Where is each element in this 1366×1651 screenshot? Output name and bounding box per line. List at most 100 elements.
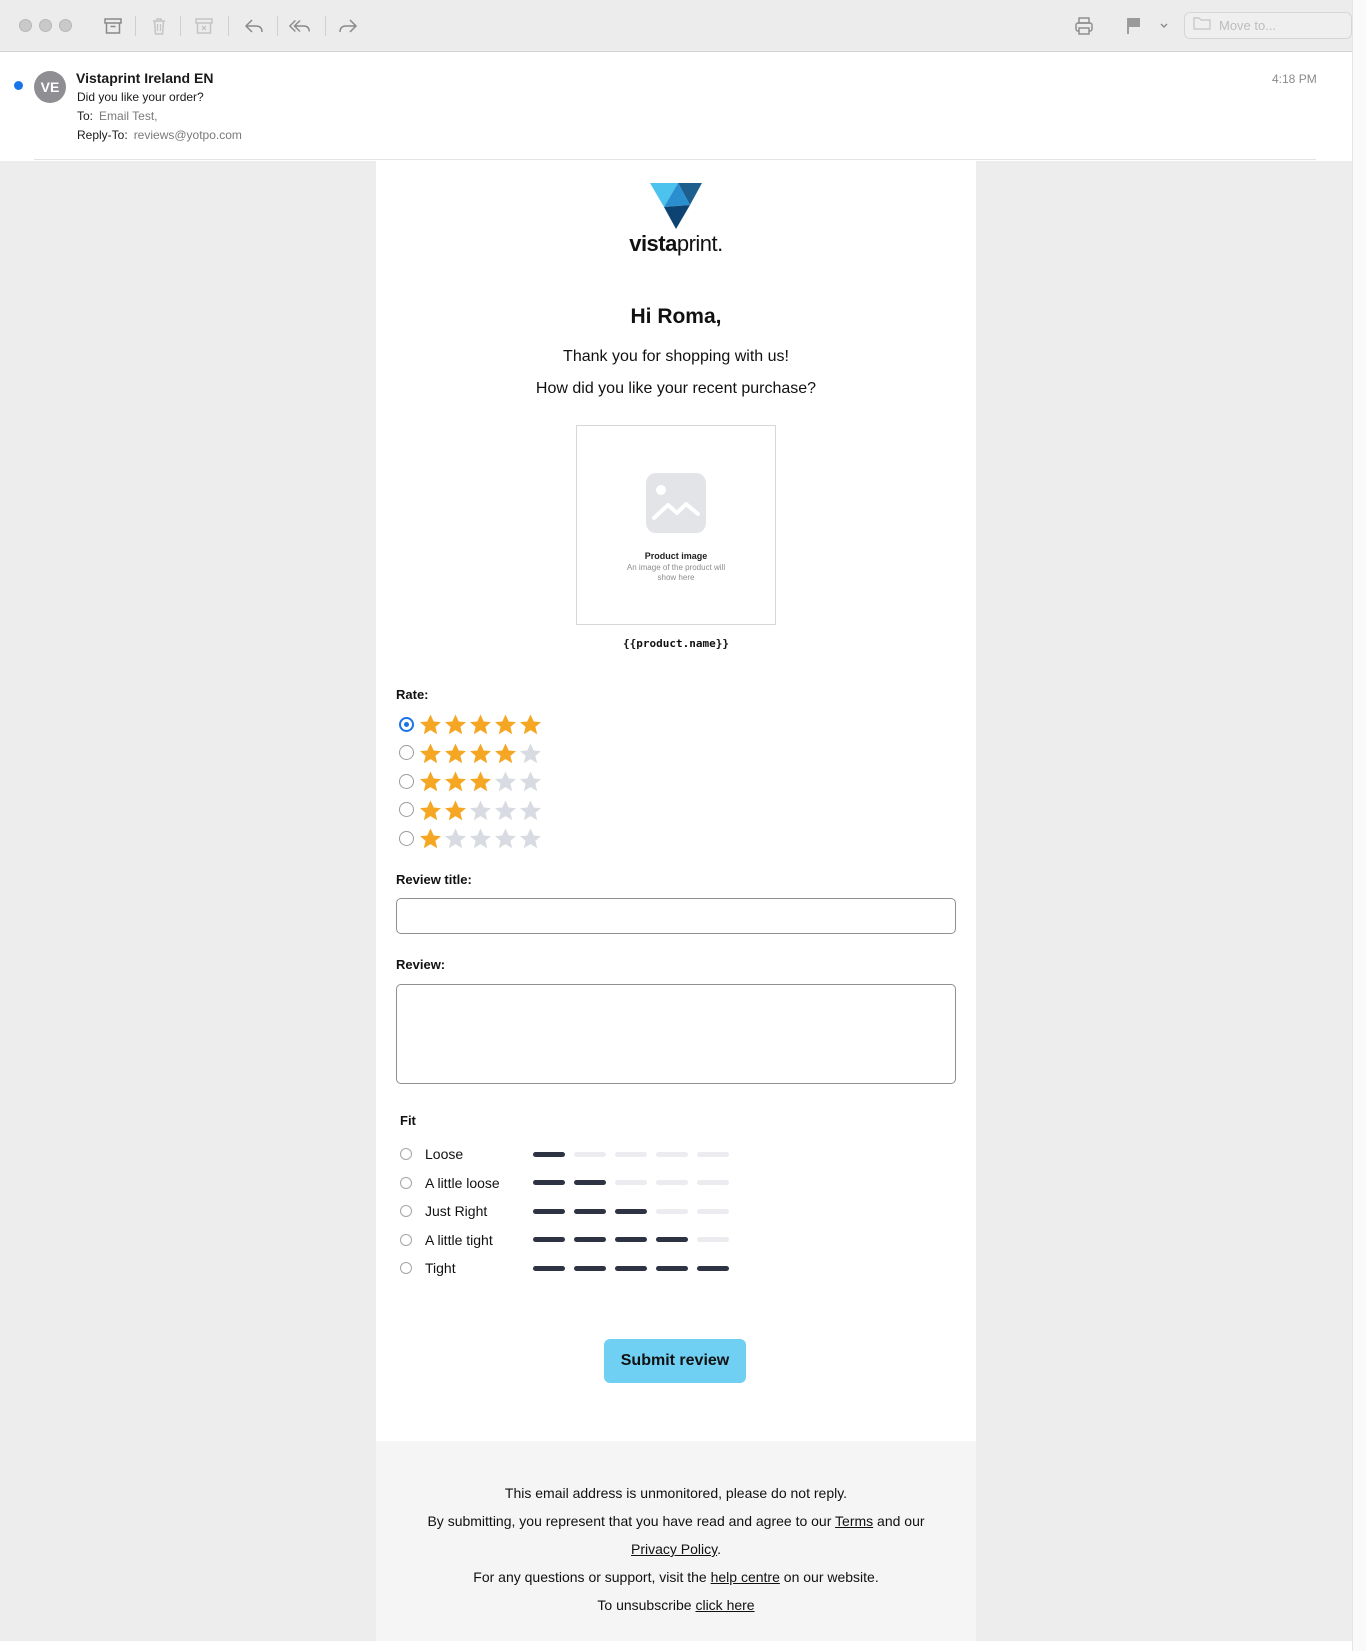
review-label: Review: xyxy=(396,957,446,972)
fit-scale-segment xyxy=(533,1208,565,1214)
fit-radio[interactable] xyxy=(400,1148,412,1160)
forward-icon[interactable] xyxy=(336,14,360,38)
product-image-title: Product image xyxy=(644,551,708,561)
rating-option-1[interactable] xyxy=(399,826,543,850)
fit-scale-segment xyxy=(574,1151,606,1157)
rating-radio[interactable] xyxy=(399,830,414,846)
fit-scale-segment xyxy=(533,1265,565,1271)
star-icon xyxy=(418,827,443,849)
message-time: 4:18 PM xyxy=(1272,72,1317,86)
reply-to-value[interactable]: reviews@yotpo.com xyxy=(134,128,242,142)
fit-option[interactable]: Just Right xyxy=(400,1200,738,1222)
unsubscribe-line: To unsubscribe click here xyxy=(376,1597,976,1613)
chevron-down-icon[interactable] xyxy=(1152,14,1176,38)
archive-icon[interactable] xyxy=(101,14,125,38)
reply-to-line: Reply-To: reviews@yotpo.com xyxy=(77,128,242,142)
star-icon xyxy=(468,770,493,792)
rating-radio[interactable] xyxy=(399,716,414,732)
reply-icon[interactable] xyxy=(242,14,266,38)
scrollbar[interactable] xyxy=(1352,0,1366,1651)
trash-icon[interactable] xyxy=(147,14,171,38)
star-icon xyxy=(468,713,493,735)
review-textarea[interactable] xyxy=(396,984,956,1084)
to-value[interactable]: Email Test, xyxy=(99,109,157,123)
fit-scale-segment xyxy=(533,1180,565,1185)
fit-scale-segment xyxy=(615,1151,647,1157)
support-text-end: on our website. xyxy=(779,1569,879,1585)
fit-radio[interactable] xyxy=(400,1176,412,1189)
vistaprint-wordmark[interactable]: vistaprint. xyxy=(376,231,976,257)
mail-toolbar: Move to... xyxy=(0,0,1366,52)
support-text: For any questions or support, visit the xyxy=(473,1569,711,1585)
vistaprint-logo-icon[interactable] xyxy=(648,181,704,236)
fit-radio[interactable] xyxy=(400,1233,412,1246)
star-icon xyxy=(493,713,518,735)
fit-option[interactable]: Tight xyxy=(400,1257,738,1279)
fit-scale-segment xyxy=(574,1208,606,1214)
fit-scale-segment xyxy=(656,1265,688,1271)
star-icon xyxy=(443,742,468,764)
junk-icon[interactable] xyxy=(192,14,216,38)
to-label: To: xyxy=(77,109,94,123)
close-window-icon[interactable] xyxy=(19,19,32,32)
product-image-subtitle: An image of the product will show here xyxy=(626,563,726,582)
reply-all-icon[interactable] xyxy=(288,14,312,38)
minimize-window-icon[interactable] xyxy=(39,19,52,32)
rating-radio[interactable] xyxy=(399,773,414,789)
fit-option[interactable]: Loose xyxy=(400,1143,738,1165)
fit-scale-segment xyxy=(533,1237,565,1242)
review-title-label: Review title: xyxy=(396,872,472,887)
to-line: To: Email Test, xyxy=(77,109,157,123)
rating-option-3[interactable] xyxy=(399,769,543,793)
fit-scale-segment xyxy=(656,1208,688,1214)
help-centre-link[interactable]: help centre xyxy=(711,1569,780,1585)
star-icon xyxy=(443,827,468,849)
print-icon[interactable] xyxy=(1072,14,1096,38)
brand-mark: . xyxy=(717,231,723,256)
fit-scale-segment xyxy=(615,1265,647,1271)
fit-option[interactable]: A little loose xyxy=(400,1172,738,1194)
purchase-question: How did you like your recent purchase? xyxy=(535,380,817,397)
fit-option[interactable]: A little tight xyxy=(400,1229,738,1251)
rating-option-4[interactable] xyxy=(399,741,543,765)
flag-icon[interactable] xyxy=(1122,14,1146,38)
star-icon xyxy=(468,742,493,764)
toolbar-divider xyxy=(228,16,229,36)
privacy-period: . xyxy=(717,1541,721,1557)
rating-option-2[interactable] xyxy=(399,798,543,822)
terms-notice-and: and our xyxy=(873,1513,925,1529)
fit-radio[interactable] xyxy=(400,1262,412,1274)
rating-radio[interactable] xyxy=(399,745,414,760)
sender-name[interactable]: Vistaprint Ireland EN xyxy=(76,70,213,86)
zoom-window-icon[interactable] xyxy=(59,19,72,32)
star-icon xyxy=(493,770,518,792)
avatar: VE xyxy=(34,71,66,103)
brand-bold: vista xyxy=(629,231,677,256)
fit-radio[interactable] xyxy=(400,1205,412,1217)
toolbar-divider xyxy=(180,16,181,36)
rate-label: Rate: xyxy=(396,687,429,702)
greeting: Hi Roma, xyxy=(630,305,722,328)
rating-radio[interactable] xyxy=(399,802,414,817)
move-to-dropdown[interactable]: Move to... xyxy=(1184,12,1352,39)
fit-option-label: Just Right xyxy=(425,1203,488,1219)
submit-review-button[interactable]: Submit review xyxy=(604,1339,746,1383)
review-title-input[interactable] xyxy=(396,898,956,934)
unsubscribe-link[interactable]: click here xyxy=(695,1597,754,1613)
product-image[interactable]: Product image An image of the product wi… xyxy=(576,425,776,625)
star-icon xyxy=(518,742,543,764)
fit-option-label: A little loose xyxy=(425,1174,500,1191)
fit-scale-segment xyxy=(533,1151,565,1157)
rating-option-5[interactable] xyxy=(399,712,543,736)
fit-label: Fit xyxy=(400,1113,416,1128)
folder-icon xyxy=(1193,16,1211,35)
star-icon xyxy=(468,827,493,849)
header-divider xyxy=(34,159,1316,160)
fit-scale-segment xyxy=(615,1208,647,1214)
terms-link[interactable]: Terms xyxy=(835,1513,873,1529)
star-icon xyxy=(418,742,443,764)
toolbar-divider xyxy=(135,16,136,36)
privacy-policy-link[interactable]: Privacy Policy xyxy=(631,1541,717,1557)
fit-option-label: Tight xyxy=(425,1260,456,1276)
fit-scale-segment xyxy=(615,1237,647,1242)
